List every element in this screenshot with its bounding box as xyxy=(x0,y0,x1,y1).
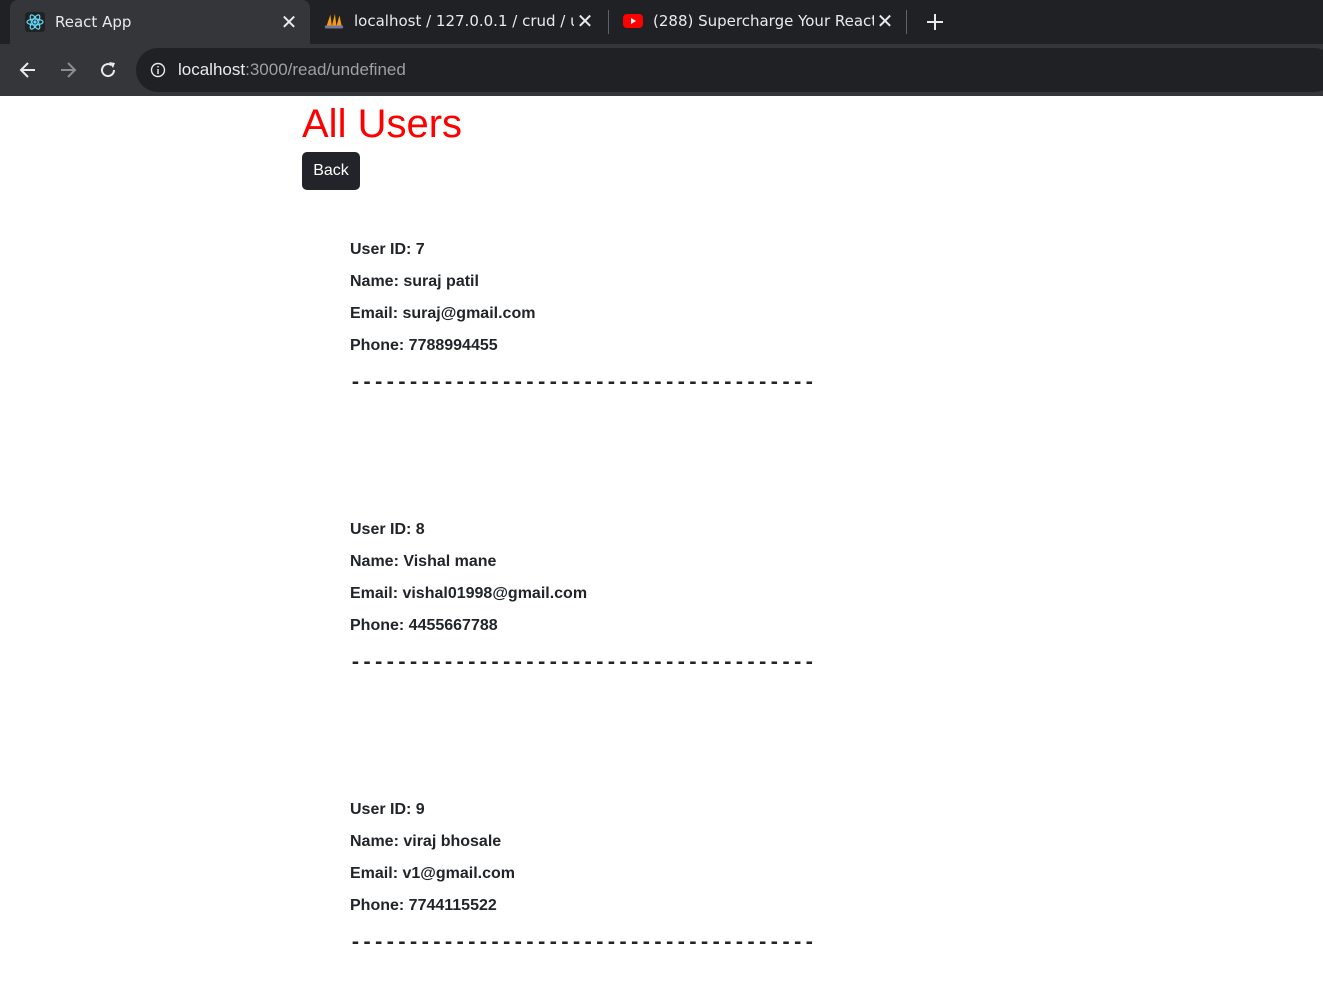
close-icon[interactable]: ✕ xyxy=(574,9,596,33)
tab-title: (288) Supercharge Your React App xyxy=(653,12,874,30)
youtube-icon xyxy=(623,11,643,31)
user-phone: Phone: 7744115522 xyxy=(350,897,497,914)
user-phone: Phone: 7788994455 xyxy=(350,337,498,354)
tab-phpmyadmin[interactable]: localhost / 127.0.0.1 / crud / users ✕ xyxy=(310,0,606,42)
tab-youtube[interactable]: (288) Supercharge Your React App ✕ xyxy=(610,0,906,42)
user-card: User ID: 9 Name: viraj bhosale Email: v1… xyxy=(350,800,1050,953)
user-email: Email: vishal01998@gmail.com xyxy=(350,585,588,602)
back-nav-button[interactable] xyxy=(12,54,44,86)
dashed-separator: ---------------------------------------- xyxy=(350,932,816,953)
tab-divider xyxy=(608,10,609,34)
react-icon xyxy=(25,12,45,32)
back-button[interactable]: Back xyxy=(302,152,360,190)
new-tab-button[interactable] xyxy=(920,7,950,37)
tab-react-app[interactable]: React App ✕ xyxy=(10,0,310,44)
reload-icon xyxy=(101,62,116,78)
address-bar[interactable]: localhost:3000/read/undefined xyxy=(136,48,1323,92)
tab-divider xyxy=(906,10,907,34)
user-id: User ID: 7 xyxy=(350,241,425,258)
tab-strip: React App ✕ localhost / 127.0.0.1 / crud… xyxy=(0,0,1323,44)
close-icon[interactable]: ✕ xyxy=(874,9,896,33)
page-title: All Users xyxy=(302,102,463,146)
info-icon[interactable] xyxy=(149,61,167,79)
user-email: Email: v1@gmail.com xyxy=(350,865,515,882)
user-name: Name: Vishal mane xyxy=(350,553,497,570)
user-phone: Phone: 4455667788 xyxy=(350,617,498,634)
arrow-right-icon xyxy=(61,62,77,78)
user-id: User ID: 9 xyxy=(350,801,425,818)
user-card: User ID: 8 Name: Vishal mane Email: vish… xyxy=(350,520,1050,673)
arrow-left-icon xyxy=(19,62,35,78)
close-icon[interactable]: ✕ xyxy=(278,10,300,34)
phpmyadmin-icon xyxy=(324,11,344,31)
page-content: All Users Back User ID: 7 Name: suraj pa… xyxy=(0,96,1323,1006)
browser-toolbar: localhost:3000/read/undefined xyxy=(0,44,1323,96)
plus-icon xyxy=(927,14,943,30)
user-email: Email: suraj@gmail.com xyxy=(350,305,536,322)
url-text: localhost:3000/read/undefined xyxy=(178,60,406,80)
user-id: User ID: 8 xyxy=(350,521,425,538)
user-name: Name: viraj bhosale xyxy=(350,833,502,850)
forward-nav-button[interactable] xyxy=(52,54,84,86)
tab-title: React App xyxy=(55,13,132,31)
reload-button[interactable] xyxy=(92,54,124,86)
url-path: :3000/read/undefined xyxy=(245,60,406,79)
dashed-separator: ---------------------------------------- xyxy=(350,652,816,673)
url-host: localhost xyxy=(178,60,246,79)
user-name: Name: suraj patil xyxy=(350,273,479,290)
user-card: User ID: 7 Name: suraj patil Email: sura… xyxy=(350,240,1050,393)
tab-title: localhost / 127.0.0.1 / crud / users xyxy=(354,12,574,30)
dashed-separator: ---------------------------------------- xyxy=(350,372,816,393)
